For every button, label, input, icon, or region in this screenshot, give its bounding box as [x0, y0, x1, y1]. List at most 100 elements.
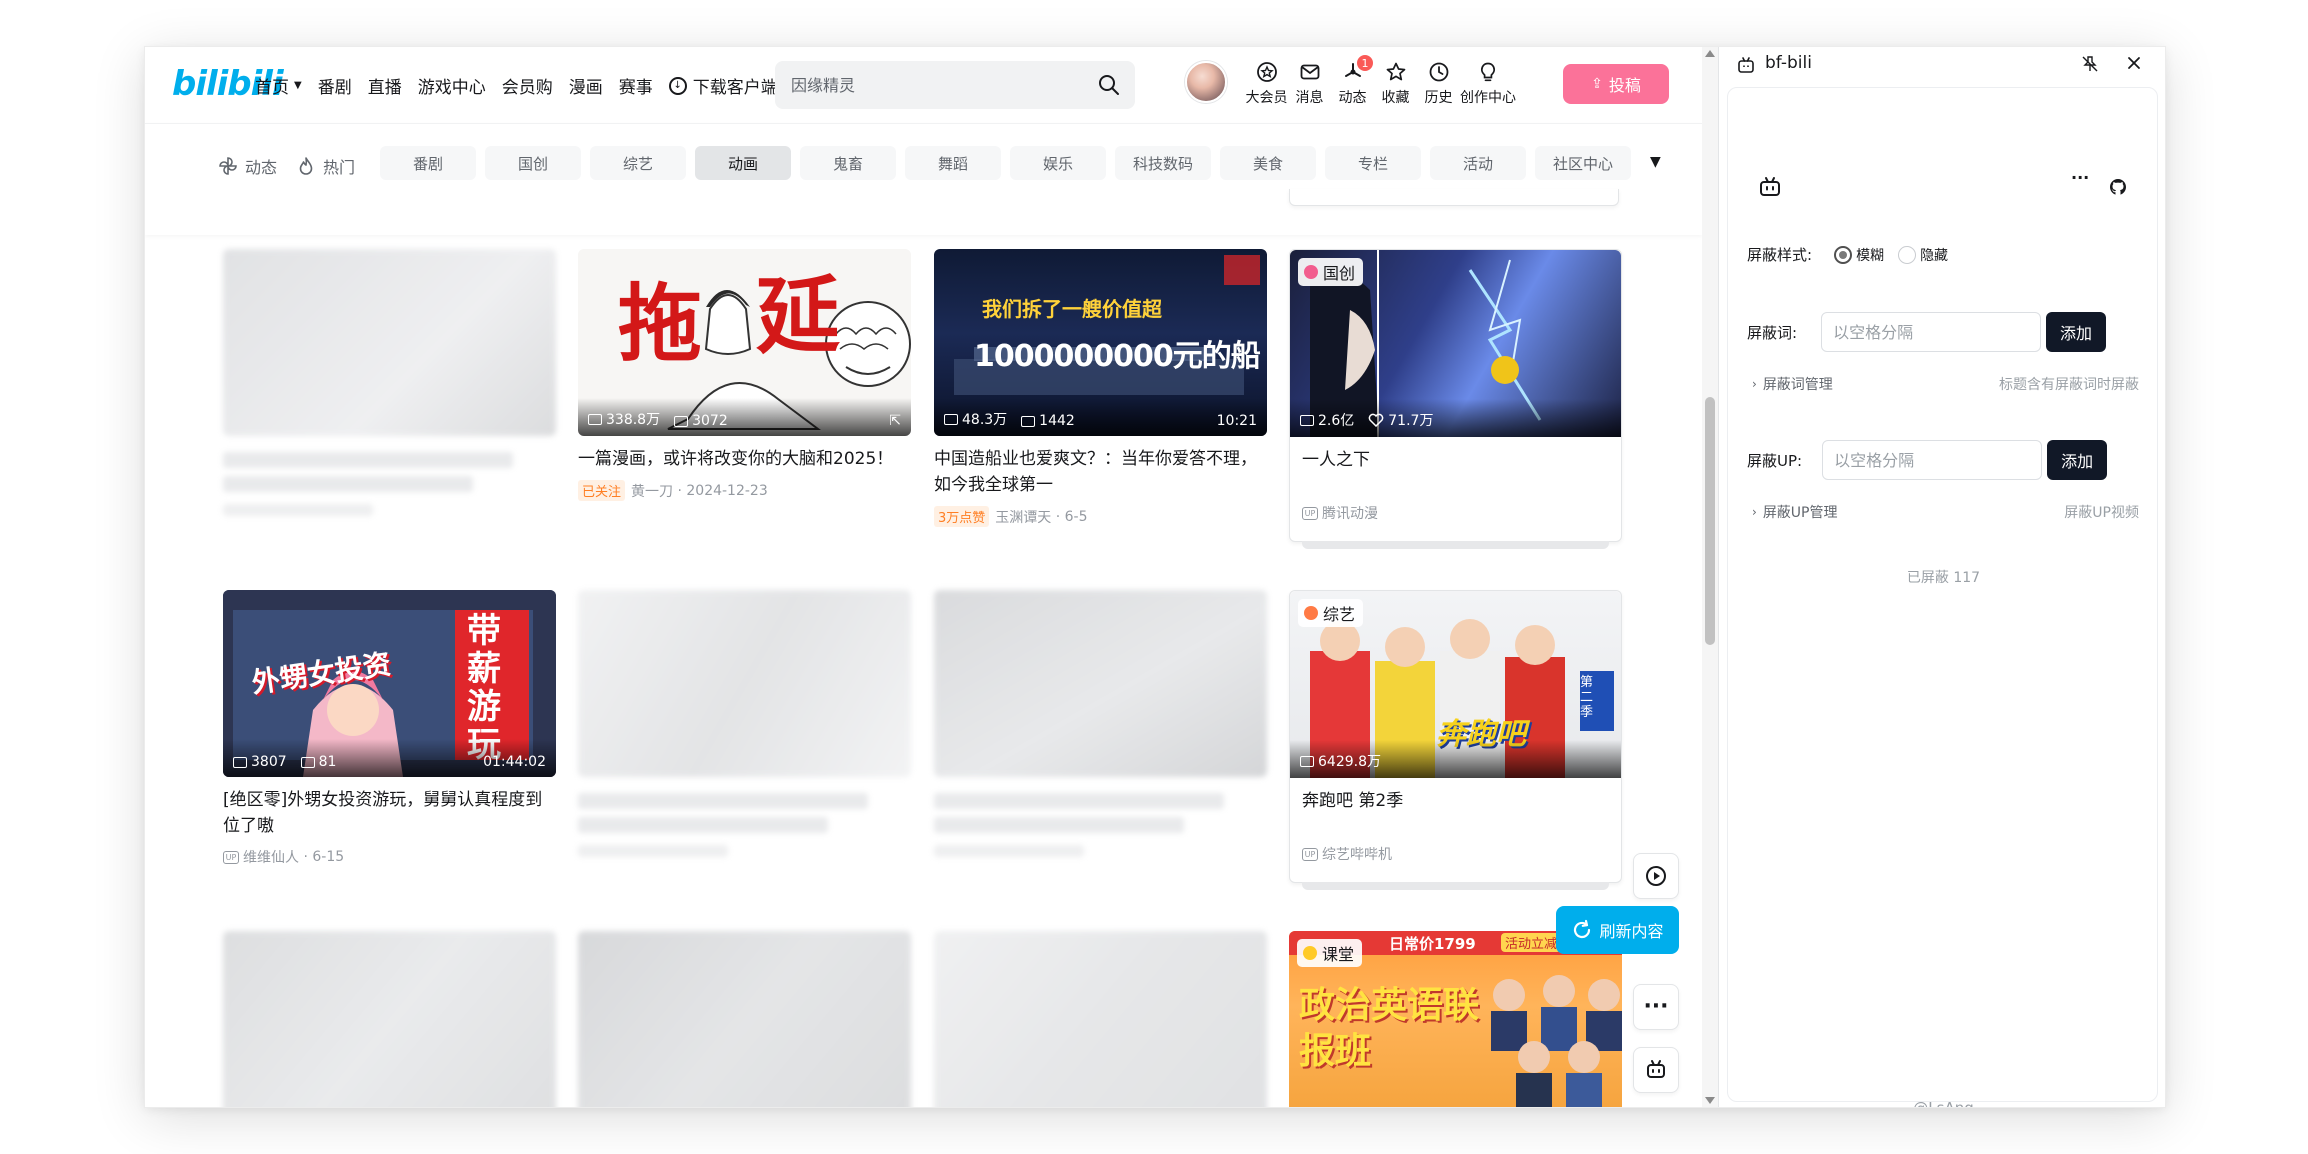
video-cover[interactable]: 国创 2.6亿 71.7万	[1290, 250, 1621, 437]
channel-guochuang[interactable]: 国创	[485, 146, 581, 180]
channel-food[interactable]: 美食	[1220, 146, 1316, 180]
style-option-blur[interactable]: 模糊	[1834, 245, 1884, 265]
replay-history-button[interactable]	[1633, 853, 1679, 899]
course-card[interactable]: 日常价1799 活动立减 政治英语联报班 课堂	[1289, 931, 1622, 1107]
block-up-input[interactable]	[1822, 440, 2043, 480]
channel-entertainment[interactable]: 娱乐	[1010, 146, 1106, 180]
cover-promo-text: 活动立减	[1501, 933, 1562, 952]
search-input[interactable]	[791, 71, 1091, 99]
header-favorites[interactable]: 收藏	[1374, 61, 1417, 107]
radio-checked-icon	[1834, 245, 1853, 264]
add-word-button[interactable]: 添加	[2046, 312, 2107, 352]
block-style-label: 屏蔽样式:	[1747, 246, 1813, 264]
header-vip[interactable]: 大会员	[1245, 61, 1288, 107]
channel-bangumi[interactable]: 番剧	[380, 146, 476, 180]
video-title[interactable]: 奔跑吧 第2季	[1290, 788, 1621, 814]
search-icon[interactable]	[1097, 73, 1121, 97]
header-icon-group: 大会员 消息 1 动态 收藏 历史 创作中心	[1245, 55, 1516, 107]
block-word-row: 屏蔽词: 添加	[1747, 312, 2107, 352]
play-icon	[1300, 414, 1314, 426]
video-duration: 10:21	[1216, 413, 1257, 429]
github-icon[interactable]	[2108, 177, 2128, 197]
view-count-text: 2.6亿	[1318, 413, 1355, 429]
video-card[interactable]: 拖 延 338.8万 3072 ⇱ 一篇漫画，或许将改变你的大脑和2025！ 已…	[578, 249, 911, 501]
channel-activity[interactable]: 活动	[1430, 146, 1526, 180]
chevron-down-icon[interactable]: ▼	[1650, 154, 1661, 170]
view-count: 48.3万	[944, 409, 1007, 429]
up-hint: 屏蔽UP视频	[2064, 505, 2139, 521]
nav-item-home[interactable]: 首页 ▼	[255, 73, 302, 98]
view-count: 3807	[233, 754, 287, 770]
user-avatar[interactable]	[1185, 61, 1227, 103]
upload-label: 投稿	[1608, 76, 1641, 95]
video-title[interactable]: 一人之下	[1290, 447, 1621, 473]
nav-item-manga[interactable]: 漫画	[569, 73, 603, 98]
channel-community[interactable]: 社区中心	[1535, 146, 1631, 180]
blocked-count: 已屏蔽 117	[1906, 570, 1981, 586]
header-message[interactable]: 消息	[1288, 61, 1331, 107]
video-author[interactable]: 黄一刀	[631, 481, 673, 501]
view-count-text: 3807	[251, 754, 287, 770]
block-word-label: 屏蔽词:	[1747, 323, 1798, 342]
channel-hot-link[interactable]: 热门	[295, 154, 355, 178]
share-icon[interactable]: ⇱	[889, 413, 901, 429]
video-title[interactable]: 一篇漫画，或许将改变你的大脑和2025！	[578, 446, 911, 472]
video-title[interactable]: 中国造船业也爱爽文？：当年你爱答不理，如今我全球第一	[934, 446, 1267, 498]
nav-item-game-center[interactable]: 游戏中心	[418, 73, 486, 98]
channel-column[interactable]: 专栏	[1325, 146, 1421, 180]
close-icon[interactable]	[2125, 54, 2143, 72]
scroll-thumb[interactable]	[1705, 397, 1715, 645]
panel-more-button[interactable]: ···	[2071, 168, 2089, 187]
scroll-down-arrow[interactable]	[1705, 1097, 1715, 1104]
video-cover[interactable]: 外甥女投资 带薪游玩 3807 81 01:44:02	[223, 590, 556, 777]
bangumi-card[interactable]: 国创 2.6亿 71.7万 一人之下 UP 腾讯动漫	[1289, 249, 1622, 549]
pinwheel-icon	[217, 155, 239, 177]
cover-subheadline: 第二季	[1580, 675, 1594, 720]
back-to-top-button[interactable]	[1633, 1047, 1679, 1093]
video-author[interactable]: 腾讯动漫	[1322, 503, 1378, 523]
nav-item-bangumi[interactable]: 番剧	[318, 73, 352, 98]
chevron-right-icon: ›	[1752, 505, 1757, 519]
channel-variety[interactable]: 综艺	[590, 146, 686, 180]
channel-dance[interactable]: 舞蹈	[905, 146, 1001, 180]
refresh-content-button[interactable]: 刷新内容	[1556, 906, 1679, 954]
word-manage-toggle[interactable]: › 屏蔽词管理	[1752, 374, 1833, 394]
header-creator-center[interactable]: 创作中心	[1460, 61, 1516, 107]
bangumi-card[interactable]: 奔跑吧 第二季 综艺 6429.8万 奔跑吧 第2季 UP 综艺哔哔机	[1289, 590, 1622, 890]
style-option-hide[interactable]: 隐藏	[1898, 245, 1948, 265]
channel-hot-label: 热门	[323, 158, 356, 177]
channel-kichiku[interactable]: 鬼畜	[800, 146, 896, 180]
page-scrollbar[interactable]	[1702, 47, 1718, 1107]
blocked-video-card	[934, 931, 1267, 1107]
scroll-up-arrow[interactable]	[1705, 50, 1715, 57]
video-cover[interactable]: 奔跑吧 第二季 综艺 6429.8万	[1290, 591, 1621, 778]
video-cover[interactable]: 拖 延 338.8万 3072 ⇱	[578, 249, 911, 436]
video-author[interactable]: 维维仙人	[243, 847, 299, 867]
up-manage-label: 屏蔽UP管理	[1762, 505, 1838, 521]
block-word-input[interactable]	[1821, 312, 2042, 352]
nav-item-esports[interactable]: 赛事	[619, 73, 653, 98]
channel-badge: 课堂	[1297, 939, 1363, 967]
more-button[interactable]: ···	[1633, 984, 1679, 1030]
header-history[interactable]: 历史	[1417, 61, 1460, 107]
bili-tv-icon	[1760, 177, 1780, 196]
add-up-button[interactable]: 添加	[2047, 440, 2108, 480]
video-cover[interactable]: 日常价1799 活动立减 政治英语联报班 课堂	[1289, 931, 1622, 1107]
up-manage-toggle[interactable]: › 屏蔽UP管理	[1752, 502, 1838, 522]
channel-tech[interactable]: 科技数码	[1115, 146, 1211, 180]
header-vip-label: 大会员	[1245, 90, 1288, 106]
upload-button[interactable]: ⇪ 投稿	[1563, 64, 1669, 104]
video-card[interactable]: 外甥女投资 带薪游玩 3807 81 01:44:02 [绝区零]外甥女投资游玩…	[223, 590, 556, 867]
video-author[interactable]: 玉渊谭天	[995, 507, 1051, 527]
unpin-icon[interactable]	[2081, 55, 2099, 73]
header-dynamic[interactable]: 1 动态	[1331, 55, 1374, 107]
channel-dynamic-link[interactable]: 动态	[217, 154, 277, 178]
channel-animation[interactable]: 动画	[695, 146, 791, 180]
nav-item-download[interactable]: ↓ 下载客户端	[668, 73, 778, 98]
nav-item-mall[interactable]: 会员购	[502, 73, 553, 98]
video-card[interactable]: 我们拆了一艘价值超 1000000000元的船 48.3万 1442 10:21…	[934, 249, 1267, 527]
nav-item-live[interactable]: 直播	[368, 73, 402, 98]
video-cover[interactable]: 我们拆了一艘价值超 1000000000元的船 48.3万 1442 10:21	[934, 249, 1267, 436]
video-author[interactable]: 综艺哔哔机	[1322, 844, 1392, 864]
video-title[interactable]: [绝区零]外甥女投资游玩，舅舅认真程度到位了嗷	[223, 787, 556, 839]
